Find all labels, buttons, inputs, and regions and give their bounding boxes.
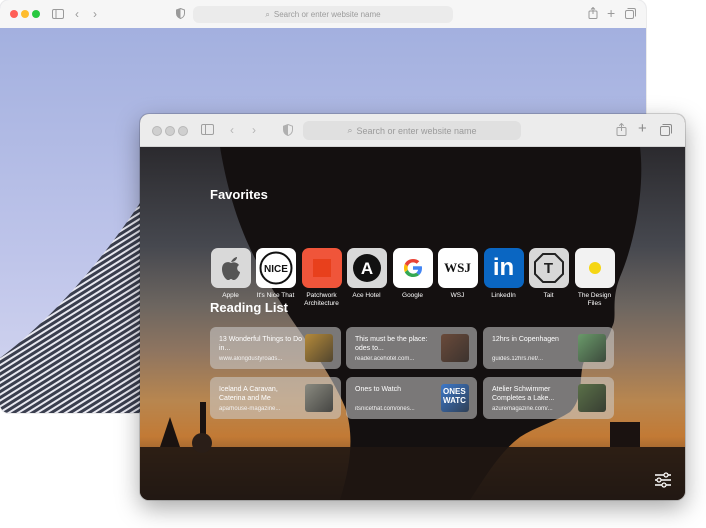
new-tab-icon[interactable]: + [638,121,647,136]
front-browser-window: ‹ › ⌕ Search or enter website name + Fav… [140,114,685,500]
close-window-button[interactable] [10,10,18,18]
favorite-glyph: T [543,259,554,277]
favorites-heading: Favorites [210,187,268,202]
svg-text:NICE: NICE [264,264,288,275]
address-placeholder: Search or enter website name [356,125,477,136]
reading-list-item[interactable]: Iceland A Caravan, Caterina and Me aparho… [210,377,341,419]
back-chevron-icon[interactable]: ‹ [230,123,234,137]
reading-list-heading: Reading List [210,300,289,315]
reading-list-item[interactable]: 13 Wonderful Things to Do in... www.along… [210,327,341,369]
back-chevron-icon[interactable]: ‹ [75,7,79,21]
reading-list-thumbnail [305,384,333,412]
reading-list-thumbnail: ONES WATC [441,384,469,412]
close-window-button[interactable] [152,126,162,136]
new-tab-icon[interactable]: + [607,6,615,20]
reading-list-title: 13 Wonderful Things to Do in... [219,336,303,352]
ace-hotel-logo-icon: A [346,248,387,288]
reading-list-url: reader.acehotel.com... [355,356,415,362]
reading-list-url: aparhouse-magazine... [219,406,281,412]
customize-start-page-icon[interactable] [653,472,673,488]
favorite-apple[interactable]: Apple [208,248,253,300]
zoom-window-button[interactable] [32,10,40,18]
reading-list-title: This must be the place: odes to... [355,336,428,352]
reading-list-url: guides.12hrs.net/... [492,356,544,362]
reading-list-title: 12hrs in Copenhagen [492,336,559,343]
reading-list-url: itsnicethat.com/ones... [355,406,415,412]
favorite-patchwork-architecture[interactable]: Patchwork Architecture [299,248,344,308]
favorite-label: Patchwork Architecture [304,292,339,307]
reading-list-thumbnail [305,334,333,362]
search-icon: ⌕ [347,125,353,135]
address-bar[interactable]: ⌕ Search or enter website name [193,6,453,23]
reading-list-item[interactable]: This must be the place: odes to... reader… [346,327,477,369]
start-page: Favorites Apple NICE It's Nice That Patchwo… [140,147,685,500]
wsj-logo-icon: WSJ [437,248,478,288]
forward-chevron-icon[interactable]: › [93,7,97,21]
minimize-window-button[interactable] [21,10,29,18]
apple-logo-icon [210,248,251,288]
favorite-label: The Design Files [577,292,612,307]
address-bar[interactable]: ⌕ Search or enter website name [303,121,521,140]
favorite-it-s-nice-that[interactable]: NICE It's Nice That [253,248,298,300]
its-nice-that-logo-icon: NICE [255,248,296,288]
tab-overview-icon[interactable] [660,124,672,139]
sidebar-toggle-icon[interactable] [52,8,64,22]
reading-list-title: Iceland A Caravan, Caterina and Me [219,386,278,402]
favorite-linkedin[interactable]: in LinkedIn [481,248,526,300]
privacy-shield-icon[interactable] [283,123,293,139]
favorite-label: Google [402,292,423,299]
patchwork-logo-icon [301,248,342,288]
tab-overview-icon[interactable] [625,8,636,22]
favorite-ace-hotel[interactable]: A Ace Hotel [344,248,389,300]
tait-logo-icon: T [528,248,569,288]
favorite-label: It's Nice That [256,292,295,299]
favorite-label: Ace Hotel [352,292,381,299]
reading-list-item[interactable]: Atelier Schwimmer Completes a Lake... azu… [483,377,614,419]
favorite-label: Tait [543,292,554,299]
reading-list-title: Atelier Schwimmer Completes a Lake... [492,386,555,402]
share-icon[interactable] [616,122,627,139]
favorite-label: LinkedIn [491,292,516,299]
privacy-shield-icon[interactable] [176,7,185,22]
design-files-logo-icon [574,248,615,288]
address-placeholder: Search or enter website name [273,10,381,19]
back-toolbar: ‹ › ⌕ Search or enter website name + [0,0,646,29]
reading-list-item[interactable]: 12hrs in Copenhagen guides.12hrs.net/... [483,327,614,369]
favorite-glyph: in [492,254,515,281]
search-icon: ⌕ [265,9,270,19]
reading-list-title: Ones to Watch [355,386,402,393]
linkedin-logo-icon: in [483,248,524,288]
thumbnail-text: ONES WATC [443,387,466,405]
favorite-tait[interactable]: T Tait [526,248,571,300]
favorite-label: WSJ [450,292,465,299]
svg-text:A: A [360,259,372,278]
forward-chevron-icon[interactable]: › [252,123,256,137]
zoom-window-button[interactable] [178,126,188,136]
favorite-glyph: WSJ [444,260,471,275]
reading-list-url: azuremagazine.com/... [492,406,553,412]
reading-list-url: www.alongdustyroads... [219,356,283,362]
share-icon[interactable] [588,6,598,22]
sidebar-toggle-icon[interactable] [201,124,214,138]
favorite-wsj[interactable]: WSJ WSJ [435,248,480,300]
front-toolbar: ‹ › ⌕ Search or enter website name + [140,114,685,147]
favorite-the-design-files[interactable]: The Design Files [572,248,617,308]
reading-list-thumbnail [441,334,469,362]
google-logo-icon [392,248,433,288]
reading-list-thumbnail [578,384,606,412]
reading-list-item[interactable]: Ones to Watch itsnicethat.com/ones... ONES… [346,377,477,419]
minimize-window-button[interactable] [165,126,175,136]
favorite-google[interactable]: Google [390,248,435,300]
reading-list-thumbnail [578,334,606,362]
favorite-label: Apple [222,292,239,299]
